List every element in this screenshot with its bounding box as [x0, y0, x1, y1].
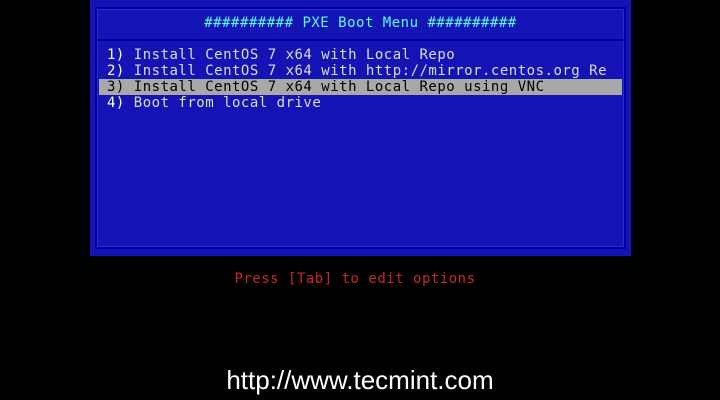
menu-divider [95, 39, 626, 41]
menu-item-install-mirror-repo[interactable]: 2) Install CentOS 7 x64 with http://mirr… [99, 63, 622, 79]
menu-title: ########## PXE Boot Menu ########## [204, 15, 517, 31]
menu-item-label: Boot from local drive [124, 95, 322, 111]
menu-item-number: 1) [107, 47, 125, 63]
menu-item-install-local-repo[interactable]: 1) Install CentOS 7 x64 with Local Repo [99, 47, 622, 63]
menu-item-install-local-repo-vnc[interactable]: 3) Install CentOS 7 x64 with Local Repo … [99, 79, 622, 95]
boot-screen: ########## PXE Boot Menu ########## 1) I… [0, 0, 720, 400]
edit-options-hint: Press [Tab] to edit options [234, 271, 476, 287]
menu-item-boot-local-drive[interactable]: 4) Boot from local drive [99, 95, 622, 111]
menu-item-number: 4) [107, 95, 125, 111]
menu-item-number: 3) [107, 79, 125, 95]
menu-item-label: Install CentOS 7 x64 with Local Repo usi… [124, 79, 545, 95]
menu-item-number: 2) [107, 63, 125, 79]
pxe-boot-menu: ########## PXE Boot Menu ########## 1) I… [90, 0, 631, 256]
menu-item-label: Install CentOS 7 x64 with Local Repo [124, 47, 456, 63]
menu-frame [95, 7, 626, 249]
menu-item-label: Install CentOS 7 x64 with http://mirror.… [124, 63, 608, 79]
menu-list: 1) Install CentOS 7 x64 with Local Repo … [99, 47, 622, 111]
watermark: http://www.tecmint.com [226, 365, 494, 395]
